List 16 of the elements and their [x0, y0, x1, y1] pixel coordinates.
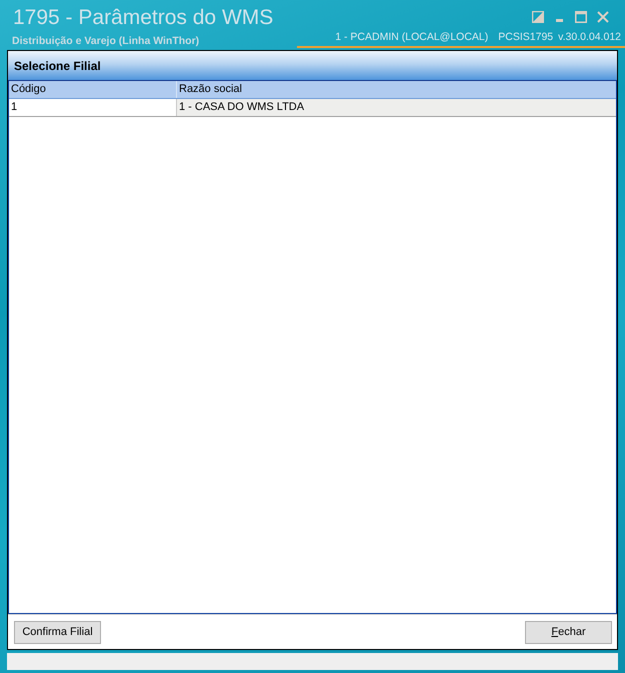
table-cell: 1	[9, 99, 177, 116]
column-header[interactable]: Razão social	[177, 81, 616, 98]
table-cell: 1 - CASA DO WMS LTDA	[177, 99, 616, 116]
action-button[interactable]: Fechar	[525, 620, 612, 644]
close-icon[interactable]	[597, 11, 609, 23]
window-subtitle: Distribuição e Varejo (Linha WinThor)	[12, 35, 200, 48]
action-button[interactable]: Confirma Filial	[14, 620, 101, 644]
version-label: v.30.0.04.012	[558, 31, 621, 44]
column-header[interactable]: Código	[9, 81, 177, 98]
panel-title: Selecione Filial	[14, 58, 101, 74]
user-info: 1 - PCADMIN (LOCAL@LOCAL)	[335, 31, 488, 44]
maximize-icon[interactable]	[575, 11, 587, 23]
program-code: PCSIS1795	[498, 31, 554, 44]
table-row[interactable]: 1 1 - CASA DO WMS LTDA	[9, 99, 616, 117]
window-title: 1795 - Parâmetros do WMS	[13, 6, 274, 30]
half-filled-square-icon[interactable]	[532, 11, 544, 23]
